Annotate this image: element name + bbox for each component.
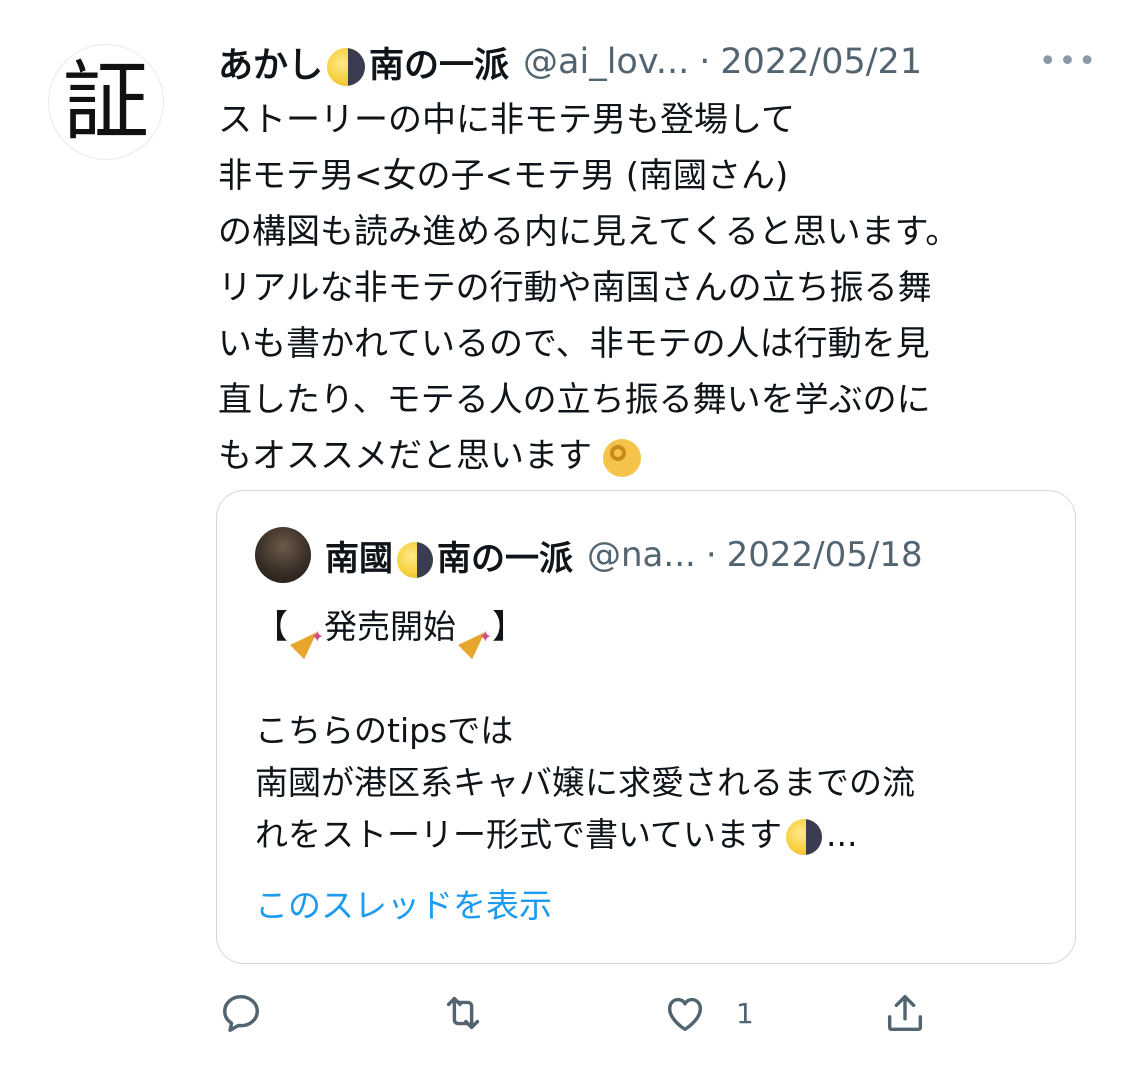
tweet-line: いも書かれているので、非モテの人は行動を見 xyxy=(218,324,930,364)
tweet-date[interactable]: 2022/05/21 xyxy=(720,42,922,82)
quoted-display-name: 南國 南の一派 xyxy=(325,531,573,580)
quoted-line: こちらのtipsでは xyxy=(255,711,514,750)
quoted-line: れをストーリー形式で書いています xyxy=(255,815,783,854)
more-options-icon[interactable]: ••• xyxy=(1039,44,1098,79)
quoted-line: 南國が港区系キャバ嬢に求愛されるまでの流 xyxy=(255,763,915,802)
moon-emoji-icon xyxy=(327,47,366,86)
header-separator: · xyxy=(699,42,711,82)
quoted-name-part2: 南の一派 xyxy=(437,538,573,579)
party-popper-icon xyxy=(288,611,324,663)
quoted-user-handle: @na... xyxy=(587,535,696,575)
quoted-tweet-text: 【発売開始】 こちらのtipsでは 南國が港区系キャバ嬢に求愛されるまでの流 れ… xyxy=(255,601,1055,861)
avatar-character: 証 xyxy=(63,52,149,152)
release-text: 発売開始 xyxy=(324,607,456,646)
retweet-icon xyxy=(446,996,480,1030)
retweet-button[interactable] xyxy=(440,988,486,1038)
display-name-part2: 南の一派 xyxy=(369,45,510,86)
quoted-tweet-header: 南國 南の一派 @na... · 2022/05/18 xyxy=(325,527,923,583)
party-popper-icon xyxy=(456,611,492,663)
moon-emoji-icon xyxy=(786,818,823,855)
share-button[interactable] xyxy=(882,988,928,1038)
reply-icon xyxy=(222,994,260,1032)
display-name[interactable]: あかし 南の一派 xyxy=(218,37,509,88)
tweet-header: あかし 南の一派 @ai_lov... · 2022/05/21 ••• xyxy=(218,36,1098,88)
tweet-text: ストーリーの中に非モテ男も登場して 非モテ男<女の子<モテ男 (南國さん) の構… xyxy=(218,92,1098,484)
share-icon xyxy=(887,994,923,1032)
moon-emoji-icon xyxy=(397,542,433,578)
bracket-close: 】 xyxy=(492,607,525,646)
tweet-line: 非モテ男<女の子<モテ男 (南國さん) xyxy=(218,156,789,196)
tweet-line: ストーリーの中に非モテ男も登場して xyxy=(218,100,795,140)
show-thread-link[interactable]: このスレッドを表示 xyxy=(255,879,552,927)
quoted-tweet[interactable]: 南國 南の一派 @na... · 2022/05/18 【発売開始】 こちらのti… xyxy=(216,490,1076,964)
like-count: 1 xyxy=(736,996,754,1030)
tweet-line: もオススメだと思います xyxy=(218,436,592,476)
tweet-actions: 1 xyxy=(218,988,978,1038)
quoted-header-separator: · xyxy=(705,535,717,575)
quoted-ellipsis: ... xyxy=(826,815,858,854)
bracket-open: 【 xyxy=(255,607,288,646)
quoted-name-part1: 南國 xyxy=(325,538,393,579)
heart-icon xyxy=(667,997,703,1032)
quoted-tweet-date: 2022/05/18 xyxy=(726,535,923,575)
user-avatar[interactable]: 証 xyxy=(48,44,164,160)
quoted-user-avatar xyxy=(255,527,311,583)
reply-button[interactable] xyxy=(218,988,264,1038)
like-button[interactable]: 1 xyxy=(662,988,754,1038)
tweet-line: の構図も読み進める内に見えてくると思います。 xyxy=(218,212,960,252)
ok-hand-emoji-icon xyxy=(602,438,641,477)
tweet-line: リアルな非モテの行動や南国さんの立ち振る舞 xyxy=(218,268,932,308)
user-handle[interactable]: @ai_lov... xyxy=(523,42,689,82)
display-name-part1: あかし xyxy=(218,45,324,86)
tweet-line: 直したり、モテる人の立ち振る舞いを学ぶのに xyxy=(218,380,931,420)
